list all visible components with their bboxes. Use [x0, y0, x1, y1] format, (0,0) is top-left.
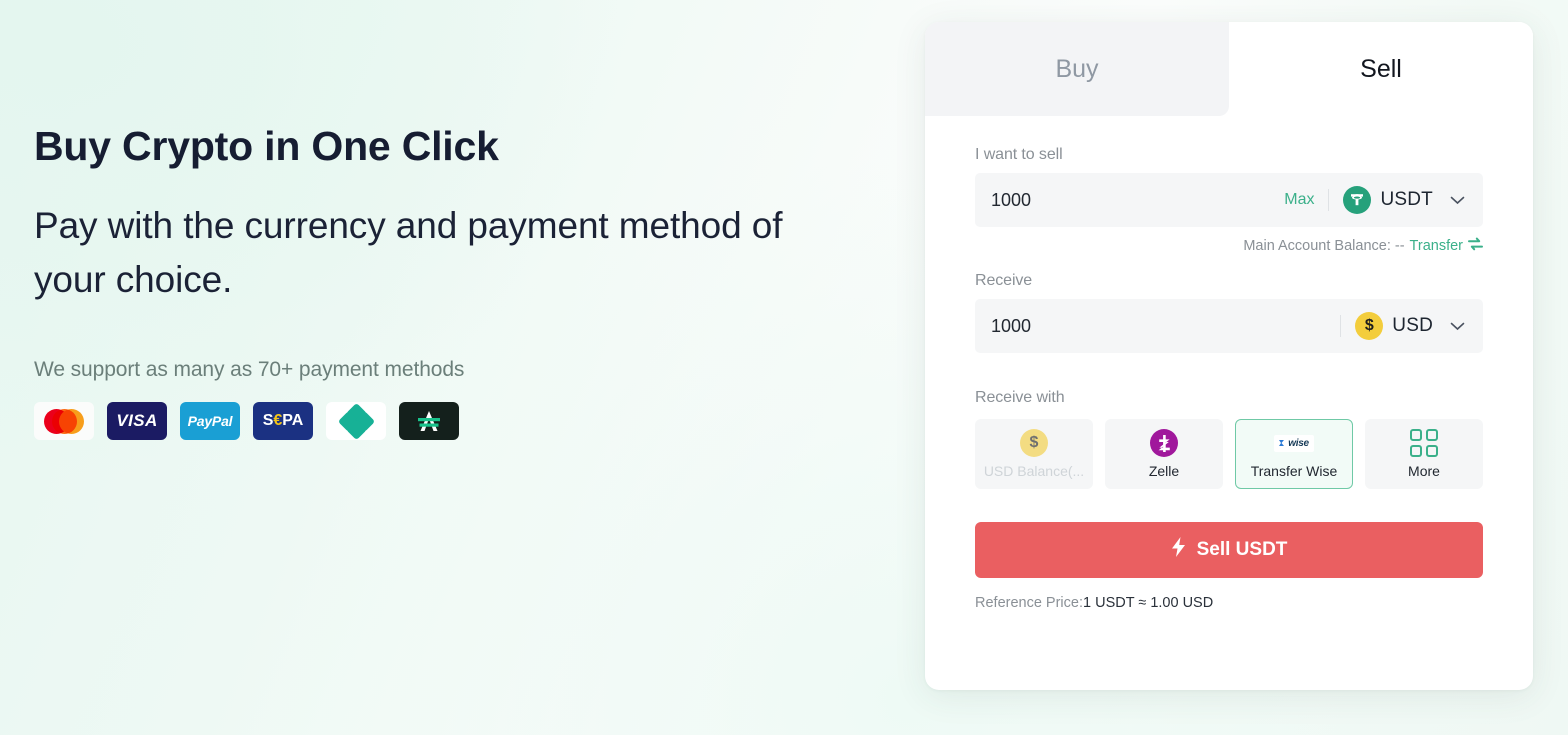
usd-coin-icon: $ [1020, 429, 1048, 457]
reference-price-row: Reference Price:1 USDT ≈ 1.00 USD [975, 595, 1483, 611]
receive-with-label: Receive with [975, 389, 1065, 406]
sell-amount-input[interactable] [991, 189, 1285, 211]
paypal-logo: PayPal [180, 402, 240, 441]
payment-method-usd-balance[interactable]: $ USD Balance(... [975, 419, 1093, 489]
sepa-logo: S € PA [253, 402, 313, 441]
visa-logo-text: VISA [116, 411, 158, 431]
reference-price-label: Reference Price: [975, 595, 1083, 611]
widget-body: I want to sell Max USDT [925, 116, 1533, 611]
grid-more-icon [1410, 429, 1438, 457]
payment-method-zelle[interactable]: Zelle [1105, 419, 1223, 489]
visa-logo: VISA [107, 402, 167, 441]
sell-currency-selector[interactable]: USDT [1343, 186, 1465, 214]
paypal-logo-text: PayPal [187, 413, 233, 430]
payment-method-label: Zelle [1148, 463, 1180, 479]
sell-currency-label: USDT [1380, 189, 1433, 210]
lightning-bolt-icon [1171, 537, 1186, 563]
payment-method-transfer-wise[interactable]: wise Transfer Wise [1235, 419, 1353, 489]
tab-buy[interactable]: Buy [925, 22, 1229, 116]
widget-tabs: Buy Sell [925, 22, 1533, 116]
buy-sell-widget: Buy Sell I want to sell Max USDT [925, 22, 1533, 690]
chevron-down-icon [1450, 196, 1465, 205]
payment-method-label: Transfer Wise [1250, 463, 1338, 479]
wise-icon: wise [1274, 429, 1314, 457]
receive-currency-label: USD [1392, 315, 1433, 336]
payment-method-list: $ USD Balance(... Zelle wise Transfer Wi… [975, 419, 1483, 489]
sell-usdt-button-label: Sell USDT [1196, 539, 1288, 560]
sepa-euro-icon: € [273, 412, 283, 430]
zelle-icon [1150, 429, 1178, 457]
divider [1328, 189, 1330, 211]
tab-sell[interactable]: Sell [1229, 22, 1533, 116]
payment-method-label: More [1408, 463, 1440, 479]
transfer-swap-icon [1468, 237, 1483, 255]
sell-field-label: I want to sell [975, 146, 1063, 163]
max-button[interactable]: Max [1284, 191, 1328, 209]
divider [1340, 315, 1342, 337]
transfer-label: Transfer [1409, 238, 1463, 254]
main-account-balance-text: Main Account Balance: -- [1243, 238, 1405, 254]
payment-method-more[interactable]: More [1365, 419, 1483, 489]
sepa-logo-suffix: PA [282, 412, 304, 430]
receive-amount-input[interactable] [991, 315, 1341, 337]
usdt-coin-icon [1343, 186, 1372, 214]
sepa-logo-prefix: S [262, 412, 274, 430]
advcash-logo [399, 402, 459, 441]
usd-coin-icon: $ [1355, 312, 1384, 340]
hero-subheadline: Pay with the currency and payment method… [34, 205, 783, 300]
payment-support-text: We support as many as 70+ payment method… [34, 358, 465, 382]
sell-input-row: Max USDT [975, 173, 1483, 227]
page-title: Buy Crypto in One Click [34, 123, 499, 169]
wise-logo-text: wise [1288, 437, 1309, 449]
payment-logo-row: VISA PayPal S € PA [34, 402, 874, 441]
mastercard-logo [34, 402, 94, 441]
receive-field-label: Receive [975, 272, 1033, 289]
receive-currency-selector[interactable]: $ USD [1355, 312, 1465, 340]
chevron-down-icon [1450, 322, 1465, 331]
reference-price-value: 1 USDT ≈ 1.00 USD [1083, 595, 1214, 611]
hero-section: Buy Crypto in One Click Pay with the cur… [34, 123, 874, 441]
payment-method-label: USD Balance(... [983, 463, 1085, 479]
diamond-logo [326, 402, 386, 441]
receive-input-row: $ USD [975, 299, 1483, 353]
balance-row: Main Account Balance: -- Transfer [975, 237, 1483, 255]
sell-usdt-button[interactable]: Sell USDT [975, 522, 1483, 578]
transfer-link[interactable]: Transfer [1410, 237, 1483, 255]
